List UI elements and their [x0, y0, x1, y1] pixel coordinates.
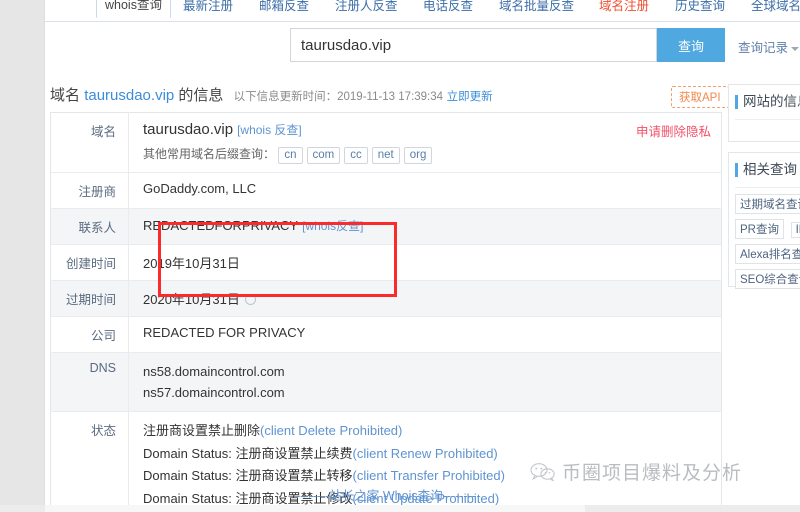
page-title-suffix: 的信息 [178, 87, 224, 104]
row-value-registrar: GoDaddy.com, LLC [128, 172, 722, 209]
dns-server-1: ns58.domaincontrol.com [143, 364, 285, 379]
status-cn: 注册商设置禁止续费 [235, 445, 353, 461]
query-history-label: 查询记录 [738, 41, 789, 55]
tab-label: 域名批量反查 [499, 0, 575, 13]
loading-spinner-icon [244, 294, 256, 305]
status-line-1: 注册商设置禁止删除(client Delete Prohibited) [143, 420, 711, 443]
sidebar-card-related-query: 相关查询 过期域名查询 PR查询 IP Alexa排名查询 SEO综合查询 [728, 152, 800, 289]
sidebar-link-ip[interactable]: IP [790, 222, 800, 238]
row-value-expires: 2020年10月31日 [128, 280, 722, 317]
tab-label: whois查询 [105, 0, 162, 12]
sidebar-card-site-info: 网站的信息 [728, 84, 800, 142]
request-privacy-removal-link[interactable]: 申请删除隐私 [636, 121, 711, 140]
sidebar-title-site-info: 网站的信息 [735, 93, 800, 111]
table-row-company: 公司 REDACTED FOR PRIVACY [50, 316, 722, 353]
status-prefix: Domain Status: [143, 468, 236, 483]
status-line-2: Domain Status: 注册商设置禁止续费(client Renew Pr… [143, 443, 711, 466]
dns-server-2: ns57.domaincontrol.com [143, 385, 285, 400]
status-cn: 注册商设置禁止删除 [143, 423, 261, 438]
row-label-company: 公司 [50, 316, 129, 353]
tab-label: 最新注册 [183, 0, 234, 13]
sidebar-title-related-query: 相关查询 [735, 161, 800, 179]
tab-label: 域名注册 [599, 0, 650, 13]
get-api-button[interactable]: 获取API [671, 86, 729, 108]
table-row-created: 创建时间 2019年10月31日 [50, 244, 722, 281]
suffix-query-line: 其他常用域名后缀查询： cn com cc net org [143, 145, 711, 164]
suffix-chip-cc[interactable]: cc [344, 147, 368, 164]
update-now-link[interactable]: 立即更新 [447, 91, 493, 103]
tab-label: 电话反查 [423, 0, 474, 13]
suffix-prompt-label: 其他常用域名后缀查询： [143, 147, 276, 161]
status-en: (client Transfer Prohibited) [352, 468, 505, 483]
table-row-registrar: 注册商 GoDaddy.com, LLC [50, 172, 722, 209]
row-value-contact: REDACTEDFORPRIVACY [whois反查] [128, 208, 722, 245]
sidebar-link-expired-domain[interactable]: 过期域名查询 [735, 194, 800, 214]
search-row: 查询 查询记录 [45, 24, 800, 70]
tab-label: 邮箱反查 [259, 0, 310, 13]
sidebar-link-pr[interactable]: PR查询 [735, 219, 784, 239]
suffix-chip-cn[interactable]: cn [278, 147, 303, 164]
status-prefix: Domain Status: [143, 445, 236, 461]
sidebar-link-alexa-rank[interactable]: Alexa排名查询 [735, 244, 800, 264]
divider [735, 119, 800, 120]
row-value-created: 2019年10月31日 [128, 244, 722, 281]
query-history-dropdown[interactable]: 查询记录 [738, 37, 800, 56]
search-input[interactable] [290, 28, 657, 62]
right-sidebar: 网站的信息 相关查询 过期域名查询 PR查询 IP Alexa排名查询 SEO综… [728, 84, 800, 504]
chevron-down-icon [791, 46, 800, 51]
table-row-contact: 联系人 REDACTEDFORPRIVACY [whois反查] [50, 208, 722, 245]
page-title-prefix: 域名 [50, 87, 81, 104]
status-en: (client Renew Prohibited) [352, 445, 498, 461]
contact-whois-reverse-link[interactable]: [whois反查] [302, 219, 363, 233]
domain-info-header: 域名 taurusdao.vip 的信息 以下信息更新时间：2019-11-13… [45, 84, 800, 112]
row-value-company: REDACTED FOR PRIVACY [128, 316, 722, 353]
tab-domain-registration[interactable]: 域名注册 [597, 0, 651, 18]
suffix-chip-org[interactable]: org [403, 147, 433, 164]
page-canvas: whois查询 最新注册 邮箱反查 注册人反查 电话反查 域名批量反查 域名注册… [45, 0, 800, 512]
update-timestamp: 以下信息更新时间：2019-11-13 17:39:34 [233, 91, 444, 103]
tab-email-reverse[interactable]: 邮箱反查 [257, 0, 311, 18]
row-label-registrar: 注册商 [50, 172, 129, 209]
status-cn: 注册商设置禁止转移 [235, 468, 353, 483]
left-gutter [0, 0, 45, 512]
row-label-created: 创建时间 [50, 244, 129, 281]
suffix-chip-com[interactable]: com [306, 147, 341, 164]
row-label-expires: 过期时间 [50, 280, 129, 317]
whois-reverse-link[interactable]: [whois 反查] [237, 123, 302, 137]
search-button[interactable]: 查询 [657, 28, 725, 62]
tab-phone-reverse[interactable]: 电话反查 [421, 0, 475, 18]
row-value-domain: 申请删除隐私 taurusdao.vip [whois 反查] 其他常用域名后缀查… [128, 112, 722, 173]
expiry-date-text: 2020年10月31日 [143, 292, 240, 307]
status-en: (client Delete Prohibited) [260, 423, 403, 438]
table-row-dns: DNS ns58.domaincontrol.com ns57.domainco… [50, 352, 722, 412]
tab-bulk-domain-reverse[interactable]: 域名批量反查 [497, 0, 576, 18]
row-value-dns: ns58.domaincontrol.com ns57.domaincontro… [128, 352, 722, 412]
domain-name-text: taurusdao.vip [143, 121, 234, 138]
footer-note: --------站长之家 Whois查询-------- [296, 489, 476, 503]
nav-tabbar: whois查询 最新注册 邮箱反查 注册人反查 电话反查 域名批量反查 域名注册… [45, 0, 800, 22]
page-title: 域名 taurusdao.vip 的信息 [50, 87, 228, 104]
tab-label: 全球域名后缀 [751, 0, 800, 13]
tab-label: 注册人反查 [335, 0, 398, 13]
divider [735, 187, 800, 188]
row-label-contact: 联系人 [50, 208, 129, 245]
page-title-domain: taurusdao.vip [84, 87, 175, 104]
tab-latest-registration[interactable]: 最新注册 [181, 0, 235, 18]
tab-global-suffixes[interactable]: 全球域名后缀 [749, 0, 800, 18]
bottom-strip-inner [45, 505, 585, 512]
tab-whois-query[interactable]: whois查询 [96, 0, 171, 18]
table-row-expires: 过期时间 2020年10月31日 [50, 280, 722, 317]
table-row-domain: 域名 申请删除隐私 taurusdao.vip [whois 反查] 其他常用域名… [50, 112, 722, 173]
row-label-domain: 域名 [50, 112, 129, 173]
suffix-chip-net[interactable]: net [371, 147, 400, 164]
tab-registrant-reverse[interactable]: 注册人反查 [333, 0, 400, 18]
sidebar-link-seo-overview[interactable]: SEO综合查询 [735, 269, 800, 289]
row-label-dns: DNS [50, 352, 129, 412]
contact-name-text: REDACTEDFORPRIVACY [143, 218, 299, 233]
sidebar-link-list: 过期域名查询 PR查询 IP Alexa排名查询 SEO综合查询 [735, 194, 800, 294]
tab-history-query[interactable]: 历史查询 [673, 0, 727, 18]
whois-info-table: 域名 申请删除隐私 taurusdao.vip [whois 反查] 其他常用域名… [50, 112, 722, 512]
tab-label: 历史查询 [675, 0, 726, 13]
